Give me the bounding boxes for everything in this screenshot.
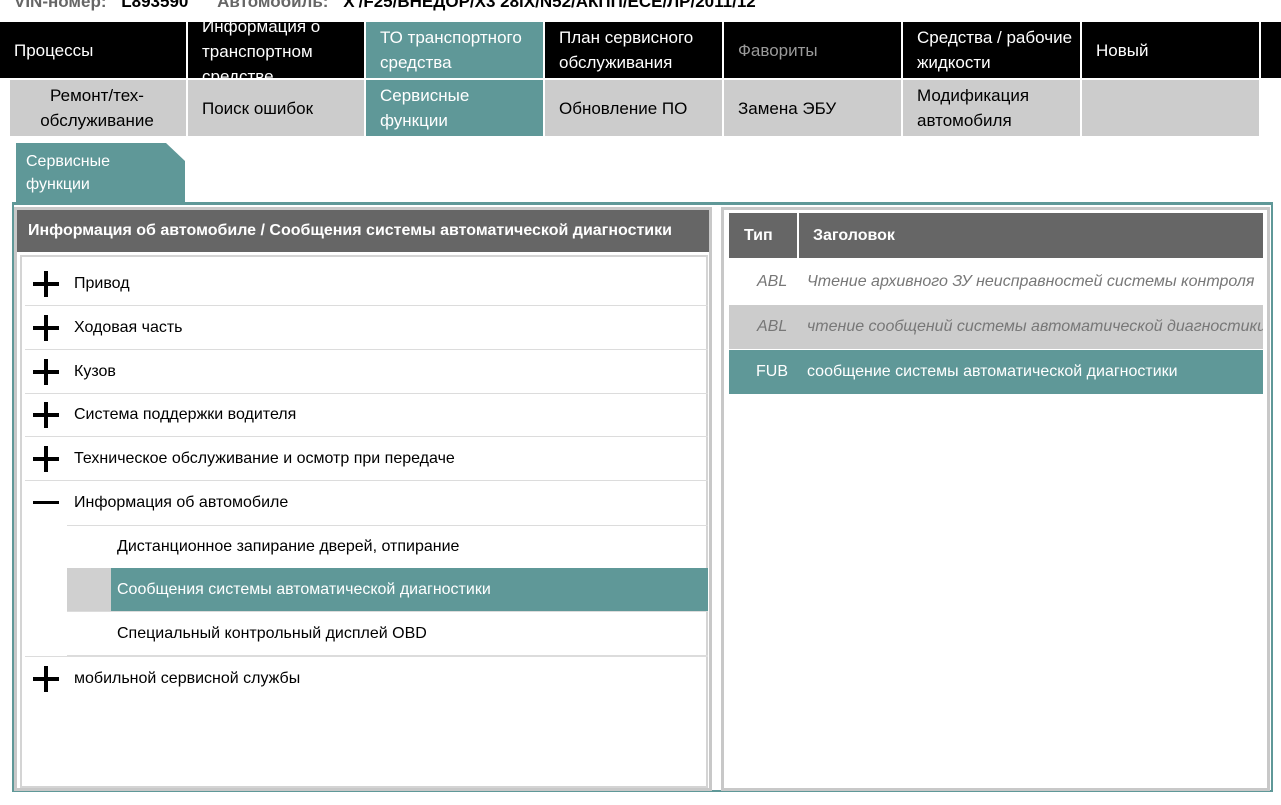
vin-value: L893590 xyxy=(121,0,189,11)
car-label: Автомобиль: xyxy=(217,0,329,11)
car-value: X'/F25/ВНЕДОР/X3 28iX/N52/АКПП/ЕСЕ/ЛР/20… xyxy=(343,0,756,11)
tree-item-drive[interactable]: Привод xyxy=(25,262,708,306)
tree-child-remote-locking[interactable]: Дистанционное запирание дверей, отпирани… xyxy=(67,525,708,569)
tree-item-label: Привод xyxy=(74,274,130,292)
tree-item-label: Техническое обслуживание и осмотр при пе… xyxy=(74,449,455,467)
tab-service-functions[interactable]: Сервисные функции xyxy=(366,80,545,136)
tree-child-label: Специальный контрольный дисплей OBD xyxy=(117,624,427,642)
tab-software-update-label: Обновление ПО xyxy=(559,98,688,118)
tree-child-diag-messages[interactable]: Сообщения системы автоматической диагнос… xyxy=(67,568,708,612)
tab-ecu-replacement-label: Замена ЭБУ xyxy=(738,98,837,118)
tab-vehicle-modification-label: Модификация автомобиля xyxy=(917,86,1030,130)
row-title: чтение сообщений системы автоматической … xyxy=(807,318,1263,335)
column-title-header[interactable]: Заголовок xyxy=(799,213,895,258)
tab-repair[interactable]: Ремонт/тех-обслуживание xyxy=(10,80,188,136)
collapse-minus-icon[interactable] xyxy=(25,481,74,525)
tab-fluids[interactable]: Средства / рабочие жидкости xyxy=(903,22,1082,78)
expand-plus-icon[interactable] xyxy=(25,393,74,437)
tree-child-obd-display[interactable]: Специальный контрольный дисплей OBD xyxy=(67,612,708,656)
tab-software-update[interactable]: Обновление ПО xyxy=(545,80,724,136)
tab-ecu-replacement[interactable]: Замена ЭБУ xyxy=(724,80,903,136)
expand-plus-icon[interactable] xyxy=(25,657,74,701)
vin-label: VIN-номер: xyxy=(14,0,107,11)
results-table: Тип Заголовок ABL Чтение архивного ЗУ не… xyxy=(726,211,1265,786)
tree-item-body[interactable]: Кузов xyxy=(25,350,708,394)
tab-service-plan-label: План сервисного обслуживания xyxy=(559,28,694,72)
tree-item-label: Кузов xyxy=(74,362,116,380)
tree-panel-header: Информация об автомобиле / Сообщения сис… xyxy=(17,210,709,252)
tree-item-mobile-service[interactable]: мобильной сервисной службы xyxy=(25,656,708,700)
tree-item-label: Ходовая часть xyxy=(74,318,183,336)
sub-navigation: Ремонт/тех-обслуживание Поиск ошибок Сер… xyxy=(0,78,1281,136)
column-type-header[interactable]: Тип xyxy=(729,213,799,258)
tree-child-gutter xyxy=(67,526,111,569)
tree-item-maintenance[interactable]: Техническое обслуживание и осмотр при пе… xyxy=(25,437,708,481)
tab-processes[interactable]: Процессы xyxy=(0,22,188,78)
tree-child-label: Сообщения системы автоматической диагнос… xyxy=(117,580,491,598)
tab-service-plan[interactable]: План сервисного обслуживания xyxy=(545,22,724,78)
results-table-header: Тип Заголовок xyxy=(729,213,1263,258)
tab-repair-label: Ремонт/тех-обслуживание xyxy=(40,86,154,130)
table-row-selected[interactable]: FUB сообщение системы автоматической диа… xyxy=(729,350,1263,394)
tab-empty xyxy=(1082,80,1261,136)
results-panel: Тип Заголовок ABL Чтение архивного ЗУ не… xyxy=(721,207,1270,791)
expand-plus-icon[interactable] xyxy=(25,350,74,394)
tab-vehicle-service-label: ТО транспортного средства xyxy=(380,28,522,72)
table-row[interactable]: ABL чтение сообщений системы автоматичес… xyxy=(729,305,1263,349)
row-title: сообщение системы автоматической диагнос… xyxy=(807,363,1178,380)
tree-child-gutter xyxy=(67,568,111,611)
expand-plus-icon[interactable] xyxy=(25,437,74,481)
tab-new[interactable]: Новый xyxy=(1082,22,1261,78)
nav-edge xyxy=(1261,22,1281,78)
expand-plus-icon[interactable] xyxy=(25,262,74,306)
tree-child-gutter xyxy=(67,612,111,655)
subtab-label: Сервисные функции xyxy=(26,153,111,193)
tree-item-label: мобильной сервисной службы xyxy=(74,669,301,687)
tab-vehicle-service[interactable]: ТО транспортного средства xyxy=(366,22,545,78)
tree-child-label: Дистанционное запирание дверей, отпирани… xyxy=(117,538,460,555)
tree-item-label: Информация об автомобиле xyxy=(74,494,289,511)
tree-item-chassis[interactable]: Ходовая часть xyxy=(25,306,708,350)
table-row[interactable]: ABL Чтение архивного ЗУ неисправностей с… xyxy=(729,260,1263,304)
tab-favorites[interactable]: Фавориты xyxy=(724,22,903,78)
tree-item-label: Система поддержки водителя xyxy=(74,405,297,423)
tree-list: Привод Ходовая часть Кузов Система подде… xyxy=(20,255,708,788)
vehicle-info-bar: VIN-номер: L893590 Автомобиль: X'/F25/ВН… xyxy=(0,0,1281,14)
row-title: Чтение архивного ЗУ неисправностей систе… xyxy=(807,273,1255,290)
tab-processes-label: Процессы xyxy=(14,40,94,60)
tab-vehicle-info-label: Информация о транспортном средстве xyxy=(202,22,321,78)
subtab-service-functions[interactable]: Сервисные функции xyxy=(16,143,185,202)
tab-vehicle-modification[interactable]: Модификация автомобиля xyxy=(903,80,1082,136)
tree-panel: Информация об автомобиле / Сообщения сис… xyxy=(14,207,712,791)
tab-fault-search[interactable]: Поиск ошибок xyxy=(188,80,366,136)
row-type: ABL xyxy=(757,318,788,335)
expand-plus-icon[interactable] xyxy=(25,306,74,350)
row-type: ABL xyxy=(757,273,788,290)
tree-item-driver-assist[interactable]: Система поддержки водителя xyxy=(25,393,708,437)
tab-service-functions-label: Сервисные функции xyxy=(380,86,470,130)
tree-item-vehicle-info[interactable]: Информация об автомобиле xyxy=(25,481,708,525)
tab-fault-search-label: Поиск ошибок xyxy=(202,98,314,118)
row-type: FUB xyxy=(756,363,788,380)
main-navigation: Процессы Информация о транспортном средс… xyxy=(0,22,1281,78)
tab-vehicle-info[interactable]: Информация о транспортном средстве xyxy=(188,22,366,78)
tab-favorites-label: Фавориты xyxy=(738,40,818,60)
tab-new-label: Новый xyxy=(1096,40,1149,60)
tab-fluids-label: Средства / рабочие жидкости xyxy=(917,28,1073,72)
